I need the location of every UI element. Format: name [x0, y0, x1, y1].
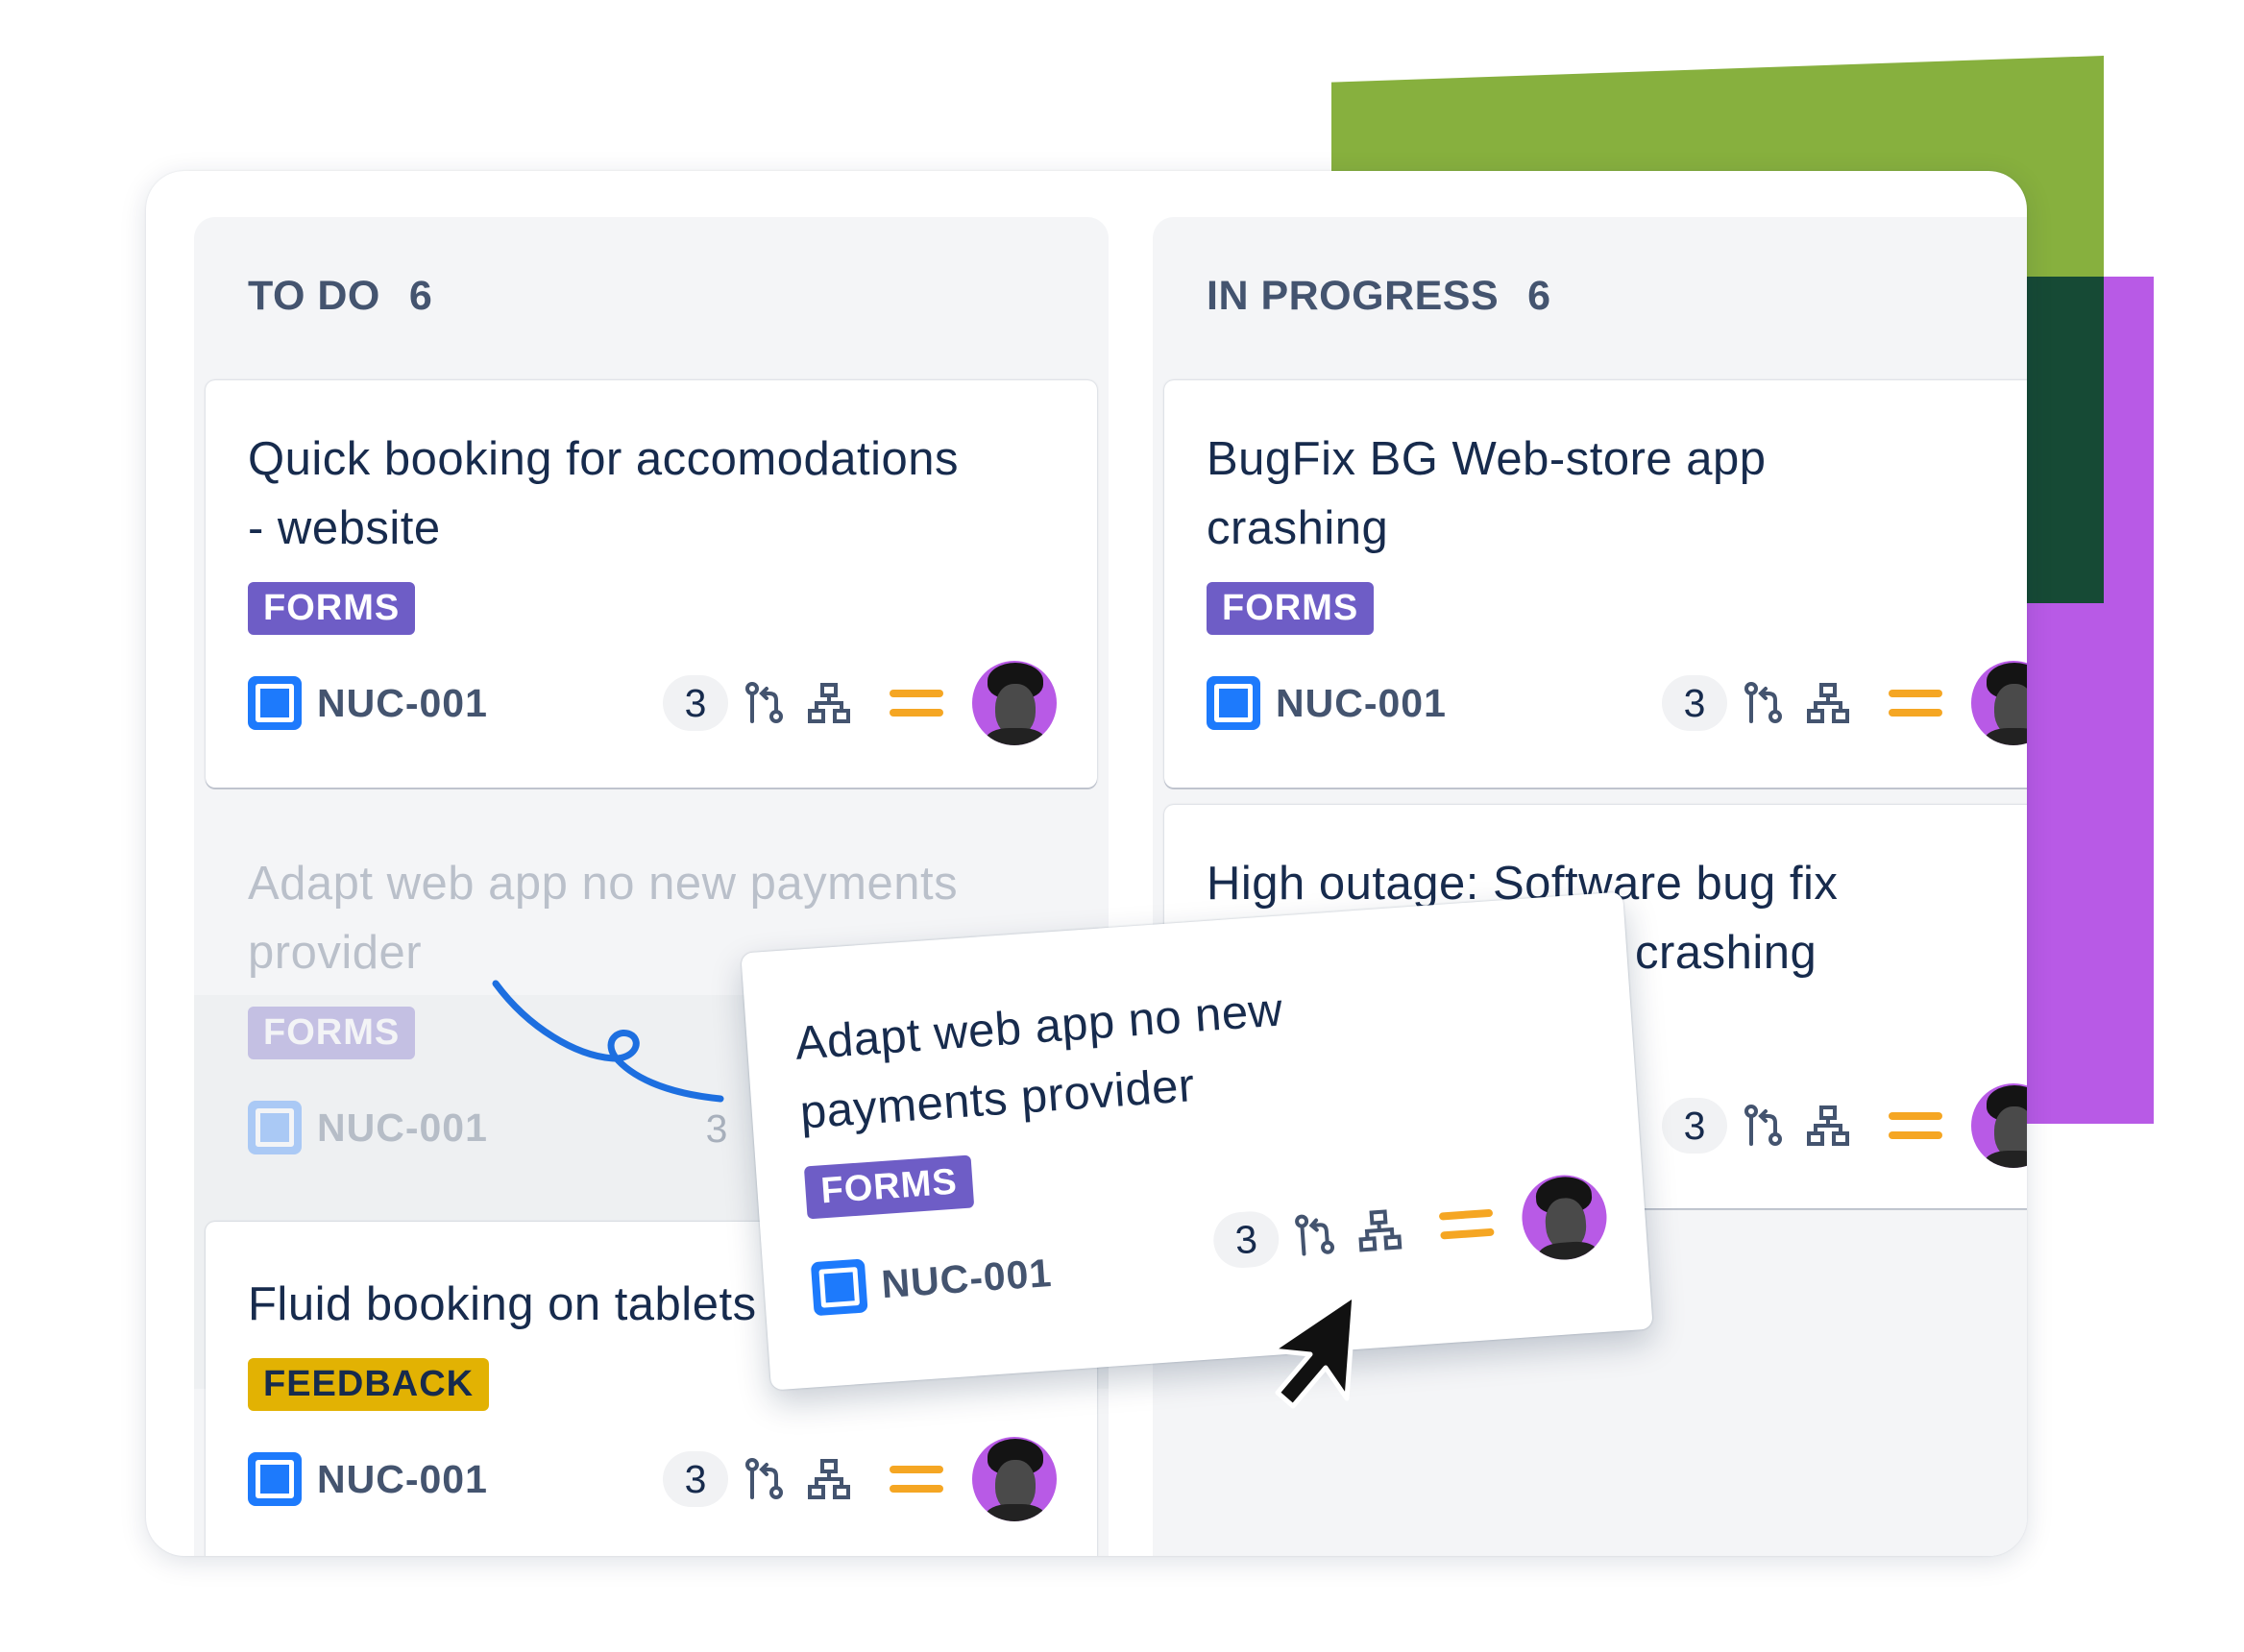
issue-key[interactable]: NUC-001 — [248, 1452, 488, 1506]
issue-key-text: NUC-001 — [317, 1105, 488, 1150]
story-icon — [248, 676, 302, 730]
story-icon — [810, 1258, 868, 1317]
priority-medium-icon — [1889, 1112, 1942, 1139]
avatar[interactable] — [1971, 1083, 2027, 1168]
issue-key[interactable]: NUC-001 — [1207, 676, 1447, 730]
cursor-arrow-icon — [1269, 1292, 1357, 1409]
issue-card[interactable]: BugFix BG Web-store app crashing FORMS N… — [1164, 380, 2027, 788]
hierarchy-icon — [1358, 1209, 1402, 1252]
story-icon — [248, 1101, 302, 1154]
issue-key: NUC-001 — [248, 1101, 488, 1154]
issue-key-text: NUC-001 — [1276, 680, 1447, 725]
avatar[interactable] — [1519, 1172, 1610, 1263]
card-title: Quick booking for accomodations - websit… — [248, 433, 959, 554]
comment-count: 3 — [1211, 1209, 1281, 1270]
dragged-card[interactable]: Adapt web app no new payments provider F… — [741, 891, 1653, 1391]
hierarchy-icon — [808, 683, 850, 723]
comment-count: 3 — [663, 675, 728, 731]
card-label: FEEDBACK — [248, 1358, 490, 1411]
issue-key-text: NUC-001 — [317, 1456, 488, 1501]
column-count: 6 — [1527, 273, 1551, 319]
card-label: FORMS — [248, 1007, 416, 1059]
story-icon — [1207, 676, 1260, 730]
pull-request-icon — [745, 682, 783, 723]
pull-request-icon — [1744, 1105, 1782, 1146]
card-meta: 3 — [663, 661, 1057, 745]
issue-key[interactable]: NUC-001 — [810, 1246, 1054, 1317]
card-meta: 3 — [1210, 1172, 1610, 1284]
card-label: FORMS — [1207, 582, 1375, 635]
issue-card[interactable]: Quick booking for accomodations - websit… — [206, 380, 1097, 788]
card-label: FORMS — [803, 1154, 975, 1220]
card-title: Adapt web app no new payments provider — [793, 984, 1285, 1139]
story-icon — [248, 1452, 302, 1506]
comment-count: 3 — [663, 1451, 728, 1507]
card-meta: 3 — [1662, 661, 2027, 745]
column-header-todo: TO DO 6 — [248, 273, 432, 320]
issue-key-text: NUC-001 — [879, 1250, 1054, 1306]
avatar[interactable] — [1971, 661, 2027, 745]
column-title: TO DO — [248, 273, 380, 319]
pull-request-icon — [1295, 1214, 1335, 1256]
column-header-in-progress: IN PROGRESS 6 — [1207, 273, 1551, 320]
comment-count: 3 — [1662, 675, 1727, 731]
card-meta: 3 — [663, 1437, 1057, 1521]
issue-key[interactable]: NUC-001 — [248, 676, 488, 730]
priority-medium-icon — [890, 690, 943, 717]
card-meta: 3 — [1662, 1083, 2027, 1168]
scribble-decoration — [492, 980, 724, 1103]
column-title: IN PROGRESS — [1207, 273, 1500, 319]
column-count: 6 — [408, 273, 433, 319]
pull-request-icon — [1744, 682, 1782, 723]
priority-medium-icon — [890, 1466, 943, 1493]
avatar[interactable] — [972, 1437, 1057, 1521]
avatar[interactable] — [972, 661, 1057, 745]
hierarchy-icon — [1807, 1105, 1849, 1146]
priority-medium-icon — [1889, 690, 1942, 717]
hierarchy-icon — [808, 1459, 850, 1499]
comment-count: 3 — [1662, 1098, 1727, 1154]
priority-medium-icon — [1438, 1208, 1495, 1240]
card-title: BugFix BG Web-store app crashing — [1207, 433, 1767, 554]
card-label: FORMS — [248, 582, 416, 635]
comment-count: 3 — [705, 1105, 728, 1151]
issue-key-text: NUC-001 — [317, 680, 488, 725]
pull-request-icon — [745, 1458, 783, 1499]
hierarchy-icon — [1807, 683, 1849, 723]
